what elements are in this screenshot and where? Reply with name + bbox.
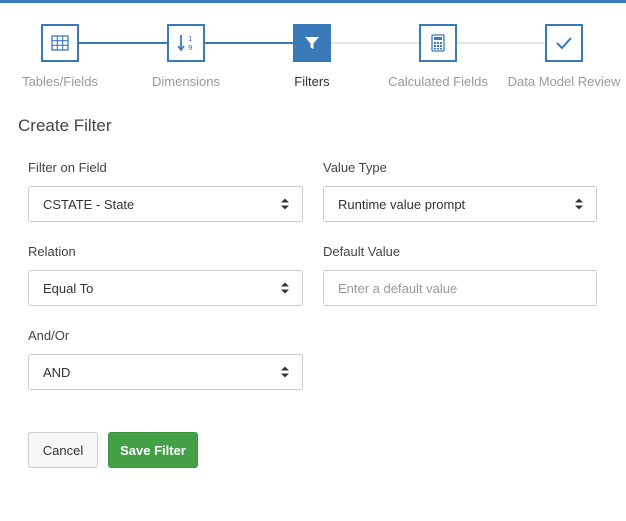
relation-value: Equal To [43,280,94,296]
svg-text:1: 1 [188,35,192,43]
filter-icon [305,37,319,49]
select-caret-icon [281,282,289,294]
svg-text:9: 9 [188,44,192,52]
step-label-data-model-review: Data Model Review [507,74,621,89]
save-filter-button[interactable]: Save Filter [108,432,198,468]
filter-on-field-select[interactable]: CSTATE - State [28,186,303,222]
step-connector-4 [457,42,545,44]
wizard-stepper: Tables/Fields 1 9 Dimensions Filters Cal… [0,24,626,94]
step-data-model-review[interactable] [545,24,583,62]
sort-numeric-icon: 1 9 [177,35,192,52]
select-caret-icon [281,198,289,210]
cancel-button[interactable]: Cancel [28,432,98,468]
calculator-icon [431,34,445,52]
step-tables-fields[interactable] [41,24,79,62]
filter-on-field-label: Filter on Field [28,160,107,175]
and-or-select[interactable]: AND [28,354,303,390]
step-label-filters: Filters [294,74,330,89]
step-filters[interactable] [293,24,331,62]
step-label-tables-fields: Tables/Fields [22,74,98,89]
default-value-input[interactable] [323,270,597,306]
step-connector-2 [205,42,293,44]
grid-icon [51,35,69,51]
and-or-label: And/Or [28,328,70,343]
step-label-dimensions: Dimensions [152,74,220,89]
relation-label: Relation [28,244,76,259]
filter-on-field-value: CSTATE - State [43,196,135,212]
form-title: Create Filter [18,116,112,135]
and-or-value: AND [43,364,71,380]
step-connector-3 [331,42,419,44]
step-connector-1 [79,42,167,44]
step-label-calculated-fields: Calculated Fields [388,74,488,89]
top-accent-bar [0,0,626,3]
value-type-value: Runtime value prompt [338,196,466,212]
value-type-select[interactable]: Runtime value prompt [323,186,597,222]
step-calculated-fields[interactable] [419,24,457,62]
step-dimensions[interactable]: 1 9 [167,24,205,62]
select-caret-icon [281,366,289,378]
select-caret-icon [575,198,583,210]
checkmark-icon [556,37,572,50]
default-value-label: Default Value [323,244,401,259]
value-type-label: Value Type [323,160,387,175]
relation-select[interactable]: Equal To [28,270,303,306]
